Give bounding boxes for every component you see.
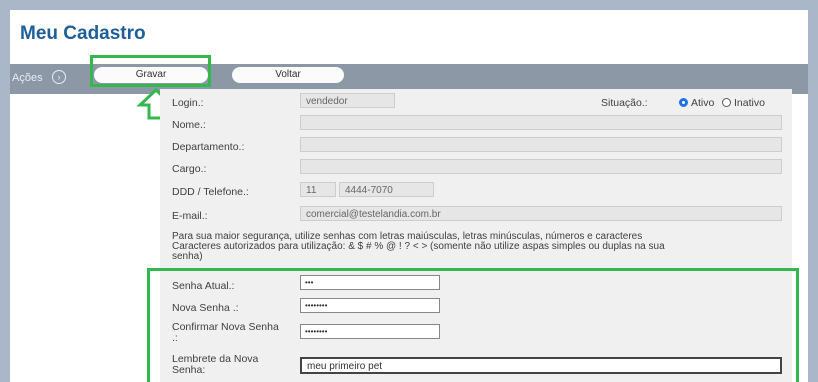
status-label: Situação.:: [601, 97, 648, 109]
chevron-right-icon[interactable]: ›: [52, 70, 66, 84]
help-line-2: Caracteres autorizados para utilização: …: [172, 241, 665, 252]
actions-label: Ações: [12, 72, 43, 84]
ddd-field[interactable]: 11: [300, 182, 336, 197]
save-highlight-box: [90, 55, 211, 87]
email-field[interactable]: comercial@testelandia.com.br: [300, 206, 782, 221]
page-title: Meu Cadastro: [20, 23, 146, 44]
inactive-radio[interactable]: [722, 98, 731, 107]
password-highlight-box: [147, 268, 799, 382]
inactive-radio-label: Inativo: [734, 97, 765, 109]
back-button[interactable]: Voltar: [232, 67, 344, 83]
department-field[interactable]: [300, 137, 782, 152]
login-label: Login.:: [172, 97, 204, 109]
active-radio[interactable]: [679, 98, 688, 107]
email-label: E-mail.:: [172, 210, 208, 222]
active-radio-label: Ativo: [691, 97, 715, 109]
phone-label: DDD / Telefone.:: [172, 186, 249, 198]
password-help-text: Para sua maior segurança, utilize senhas…: [172, 232, 772, 262]
role-label: Cargo.:: [172, 163, 207, 175]
help-line-3: senha): [172, 251, 203, 262]
role-field[interactable]: [300, 159, 782, 174]
department-label: Departamento.:: [172, 141, 245, 153]
page: Meu Cadastro Ações › Gravar Voltar Login…: [10, 10, 808, 382]
login-field[interactable]: vendedor: [300, 93, 395, 108]
phone-field[interactable]: 4444-7070: [339, 182, 434, 197]
name-label: Nome.:: [172, 119, 206, 131]
name-field[interactable]: [300, 115, 782, 130]
